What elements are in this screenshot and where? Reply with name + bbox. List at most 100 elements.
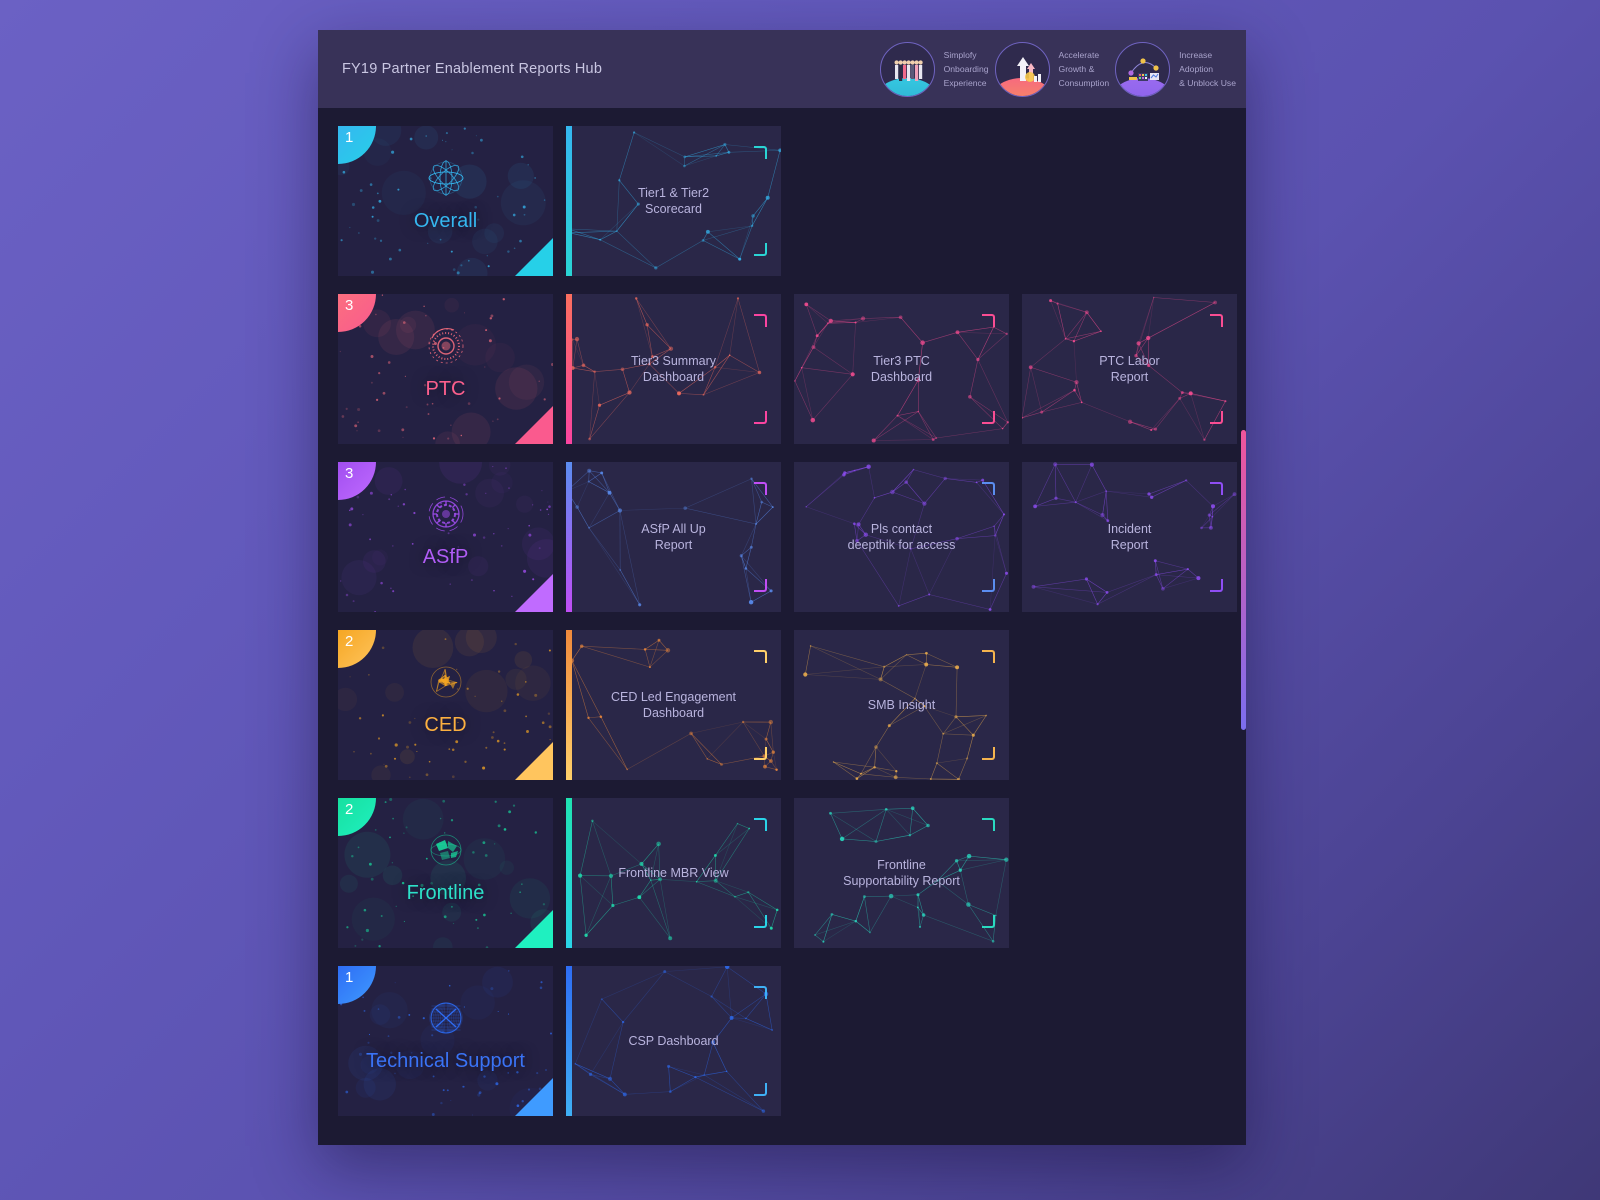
corner-bracket-tr [982,818,995,831]
pillar-label-line: Experience [943,78,987,89]
corner-bracket-tr [982,314,995,327]
corner-bracket-br [754,915,767,928]
category-card-frontline[interactable]: 2 Frontline [338,798,553,948]
pillar-label-line: Growth & [1058,63,1095,74]
report-title-line: Dashboard [870,370,933,384]
app-window: FY19 Partner Enablement Reports Hub Simp… [318,30,1246,1145]
pillar-increase-adoption[interactable]: Increase Adoption & Unblock Use [1115,41,1236,97]
category-card-overall[interactable]: 1 Overall [338,126,553,276]
report-title-line: Dashboard [642,706,705,720]
radial-dial-icon [428,327,463,364]
scrollbar-thumb[interactable] [1241,430,1246,730]
corner-bracket-br [754,747,767,760]
report-card-pls-contact-deepthik[interactable]: Pls contact deepthik for access [794,462,1009,612]
category-card-ptc[interactable]: 3 PTC [338,294,553,444]
page-title: FY19 Partner Enablement Reports Hub [342,61,603,77]
report-title-line: Report [654,538,693,552]
pillar-label-line: Accelerate [1058,49,1100,60]
corner-bracket-tr [754,314,767,327]
category-row-technical-support: 1 Technical Support CSP Dashboard [338,966,1246,1116]
pillar-accelerate-growth[interactable]: Accelerate Growth & Consumption [994,41,1110,97]
report-card-ptc-labor-report[interactable]: PTC Labor Report [1022,294,1237,444]
category-label: CED [424,714,467,736]
category-row-ptc: 3 PTC Tier3 Summary Dashboard Tier3 PTC Dashb… [338,294,1246,444]
category-label: Frontline [406,882,485,904]
report-accent-bar [566,294,572,444]
report-title: Tier3 Summary Dashboard [578,353,769,386]
report-title: Incident Report [1034,521,1225,554]
pillar-label-line: Adoption [1179,63,1214,74]
corner-bracket-br [1210,411,1223,424]
report-card-frontline-supportability-report[interactable]: Frontline Supportability Report [794,798,1009,948]
category-label: Technical Support [366,1050,525,1072]
report-title: Frontline MBR View [578,865,769,881]
report-title-line: Tier1 & Tier2 [637,185,710,200]
report-card-incident-report[interactable]: Incident Report [1022,462,1237,612]
report-title: Frontline Supportability Report [806,857,997,890]
report-card-frontline-mbr-view[interactable]: Frontline MBR View [566,798,781,948]
globe-wire-icon [430,666,461,698]
report-title-line: ASfP All Up [641,521,706,536]
adoption-network-icon [1128,57,1160,81]
report-title-line: CSP Dashboard [628,1033,719,1048]
corner-bracket-br [754,1083,767,1096]
category-corner-accent [515,238,553,276]
growth-arrow-icon [1016,56,1041,82]
corner-bracket-br [982,915,995,928]
corner-bracket-br [754,579,767,592]
pillar-label-accelerate-growth: Accelerate Growth & Consumption [1059,48,1110,91]
atom-sphere-icon [428,160,463,196]
reports-board: 1 Overall Tier1 & Tier2 Scorecard 3 PTC Tier3 … [318,108,1246,1116]
app-header: FY19 Partner Enablement Reports Hub Simp… [318,30,1246,108]
report-title: PTC Labor Report [1034,353,1225,386]
report-accent-bar [566,966,572,1116]
report-card-asfp-all-up-report[interactable]: ASfP All Up Report [566,462,781,612]
category-icon-wrapper [420,488,472,545]
corner-bracket-br [982,747,995,760]
category-icon-wrapper [420,992,472,1049]
category-icon-wrapper [420,656,472,713]
pillar-simplify-onboarding[interactable]: Simplofy Onboarding Experience [879,41,989,97]
report-card-csp-dashboard[interactable]: CSP Dashboard [566,966,781,1116]
report-title-line: Frontline [877,857,926,872]
pillar-label-line: & Unblock Use [1179,78,1236,89]
pillar-label-line: Onboarding [943,63,989,74]
category-corner-accent [515,1078,553,1116]
category-card-ced[interactable]: 2 CED [338,630,553,780]
report-title-line: Incident [1107,521,1152,536]
category-row-ced: 2 CED CED Led Engagement Dashboard SMB Insig… [338,630,1246,780]
category-row-frontline: 2 Frontline Frontline MBR View Frontline Sup… [338,798,1246,948]
report-title-line: Pls contact [870,521,933,536]
report-title-line: Tier3 Summary [631,353,716,368]
report-accent-bar [566,126,572,276]
report-title: Pls contact deepthik for access [806,521,997,554]
corner-bracket-tr [754,818,767,831]
pillar-label-line: Consumption [1058,78,1110,89]
category-card-asfp[interactable]: 3 ASfP [338,462,553,612]
report-card-ced-led-engagement-dashboard[interactable]: CED Led Engagement Dashboard [566,630,781,780]
corner-bracket-br [754,243,767,256]
corner-bracket-tr [982,482,995,495]
category-corner-accent [515,742,553,780]
corner-bracket-br [754,411,767,424]
corner-bracket-br [982,411,995,424]
report-card-smb-insight[interactable]: SMB Insight [794,630,1009,780]
category-label: Overall [413,210,478,232]
report-card-tier3-ptc-dashboard[interactable]: Tier3 PTC Dashboard [794,294,1009,444]
corner-bracket-tr [754,146,767,159]
report-card-tier3-summary-dashboard[interactable]: Tier3 Summary Dashboard [566,294,781,444]
category-card-technical-support[interactable]: 1 Technical Support [338,966,553,1116]
report-title: CSP Dashboard [578,1033,769,1049]
report-title-line: deepthik for access [847,538,956,552]
pillar-label-increase-adoption: Increase Adoption & Unblock Use [1179,48,1236,91]
report-title: Tier3 PTC Dashboard [806,353,997,386]
pillar-badge-accelerate-growth [994,41,1050,97]
corner-bracket-tr [1210,314,1223,327]
corner-bracket-tr [754,650,767,663]
category-icon-wrapper [420,320,472,377]
pillar-badge-increase-adoption [1115,41,1171,97]
category-icon-wrapper [420,152,472,209]
category-row-overall: 1 Overall Tier1 & Tier2 Scorecard [338,126,1246,276]
scrollbar-track[interactable] [1241,320,1246,900]
report-card-tier1-tier2-scorecard[interactable]: Tier1 & Tier2 Scorecard [566,126,781,276]
